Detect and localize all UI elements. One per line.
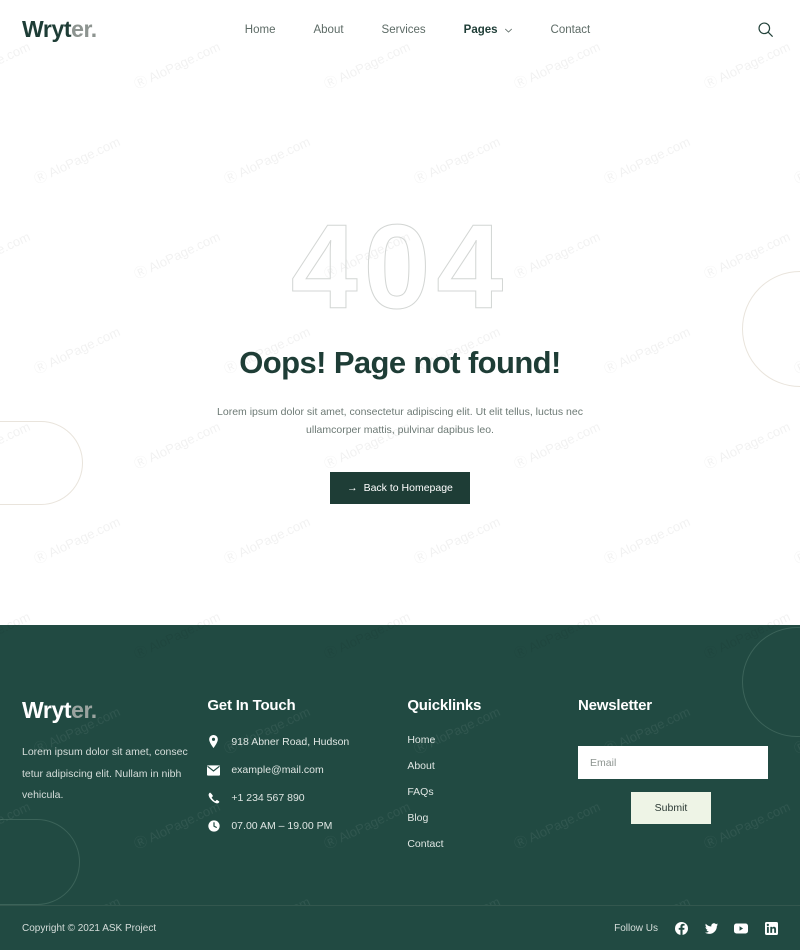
nav-label-services: Services xyxy=(381,23,426,36)
location-pin-icon xyxy=(207,735,220,748)
hero-section: 404 Oops! Page not found! Lorem ipsum do… xyxy=(0,59,800,625)
page-title: Oops! Page not found! xyxy=(239,345,561,380)
footer-brand-column: Wryter. Lorem ipsum dolor sit amet, cons… xyxy=(22,697,207,864)
footer-description: Lorem ipsum dolor sit amet, consec tetur… xyxy=(22,746,188,802)
chevron-down-icon xyxy=(504,25,513,34)
error-code: 404 xyxy=(290,200,510,334)
nav-item-home[interactable]: Home xyxy=(245,24,276,36)
quicklink-about[interactable]: About xyxy=(407,760,578,772)
twitter-icon[interactable] xyxy=(704,921,718,935)
nav-label-home: Home xyxy=(244,23,276,36)
page-subtitle: Lorem ipsum dolor sit amet, consectetur … xyxy=(217,406,583,437)
social-links: Follow Us xyxy=(614,921,778,935)
quicklink-contact[interactable]: Contact xyxy=(407,838,578,850)
nav-label-contact: Contact xyxy=(550,23,591,36)
contact-text-hours: 07.00 AM – 19.00 PM xyxy=(231,820,333,832)
logo-dot: . xyxy=(90,16,97,42)
follow-us-label: Follow Us xyxy=(614,922,658,934)
footer-logo-light: er. xyxy=(71,697,97,723)
copyright-text: Copyright © 2021 ASK Project xyxy=(22,922,157,934)
quicklink-blog[interactable]: Blog xyxy=(407,812,578,824)
contact-item-phone[interactable]: +1 234 567 890 xyxy=(207,792,407,804)
footer-quicklinks-column: Quicklinks Home About FAQs Blog Contact xyxy=(407,697,578,864)
search-icon[interactable] xyxy=(752,17,778,43)
decorative-pill-left xyxy=(0,421,83,505)
newsletter-submit-button[interactable]: Submit xyxy=(631,792,712,824)
main-navigation: Home About Services Pages Contact xyxy=(245,24,590,36)
contact-text-phone: +1 234 567 890 xyxy=(231,792,305,804)
footer-heading-quicklinks: Quicklinks xyxy=(407,697,482,714)
contact-text-email: example@mail.com xyxy=(231,764,324,776)
contact-list: 918 Abner Road, Hudson example@mail.com … xyxy=(207,735,407,832)
newsletter-email-input[interactable] xyxy=(578,746,769,779)
arrow-right-icon: → xyxy=(347,481,358,494)
clock-icon xyxy=(207,820,220,832)
nav-item-services[interactable]: Services xyxy=(382,24,426,36)
nav-item-contact[interactable]: Contact xyxy=(551,24,591,36)
envelope-icon xyxy=(207,764,221,776)
quicklink-faqs[interactable]: FAQs xyxy=(407,786,578,798)
contact-item-address[interactable]: 918 Abner Road, Hudson xyxy=(207,735,407,748)
footer-heading-contact: Get In Touch xyxy=(207,697,296,714)
site-header: Wryter. Home About Services Pages Contac… xyxy=(0,0,800,59)
phone-icon xyxy=(207,792,220,804)
back-to-homepage-label: Back to Homepage xyxy=(363,481,453,494)
nav-label-pages: Pages xyxy=(463,23,498,36)
newsletter-form: Submit xyxy=(578,746,778,824)
footer-bottom-bar: Copyright © 2021 ASK Project Follow Us xyxy=(0,905,800,950)
nav-item-about[interactable]: About xyxy=(313,24,343,36)
site-logo[interactable]: Wryter. xyxy=(22,16,97,43)
nav-label-about: About xyxy=(313,23,344,36)
contact-item-email[interactable]: example@mail.com xyxy=(207,764,407,776)
youtube-icon[interactable] xyxy=(734,921,748,935)
logo-text-main: Wryt xyxy=(22,16,72,42)
quicklinks-list: Home About FAQs Blog Contact xyxy=(407,734,578,850)
footer-logo-main: Wryt xyxy=(22,697,72,723)
footer-logo[interactable]: Wryter. xyxy=(22,697,207,724)
back-to-homepage-button[interactable]: → Back to Homepage xyxy=(330,471,470,504)
contact-text-address: 918 Abner Road, Hudson xyxy=(231,735,350,748)
quicklink-home[interactable]: Home xyxy=(407,734,578,746)
footer-newsletter-column: Newsletter Submit xyxy=(578,697,778,864)
footer-heading-newsletter: Newsletter xyxy=(578,697,652,714)
site-footer: Wryter. Lorem ipsum dolor sit amet, cons… xyxy=(0,625,800,950)
page-root: Wryter. Home About Services Pages Contac… xyxy=(0,0,800,950)
nav-item-pages[interactable]: Pages xyxy=(464,24,513,36)
contact-item-hours[interactable]: 07.00 AM – 19.00 PM xyxy=(207,820,407,832)
footer-contact-column: Get In Touch 918 Abner Road, Hudson exam… xyxy=(207,697,407,864)
linkedin-icon[interactable] xyxy=(764,921,778,935)
facebook-icon[interactable] xyxy=(674,921,688,935)
logo-text-light: er xyxy=(71,16,91,42)
